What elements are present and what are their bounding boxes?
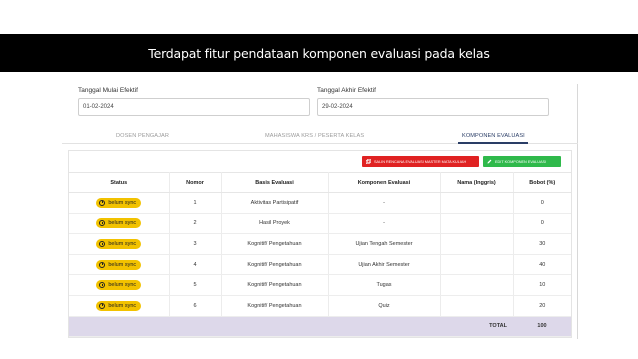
status-cell: belum sync (69, 254, 170, 276)
status-badge: belum sync (96, 280, 142, 291)
status-badge: belum sync (96, 197, 142, 208)
komponen-cell: - (328, 192, 441, 214)
app-screenshot: Tanggal Mulai Efektif 01-02-2024 Tanggal… (62, 84, 578, 339)
komponen-cell: Quiz (328, 295, 441, 317)
bobot-cell: 40 (513, 254, 571, 276)
nomor-cell: 6 (169, 295, 222, 317)
table-row: belum sync 4 Kognitif/ Pengetahuan Ujian… (69, 254, 571, 276)
header-status[interactable]: Status (69, 172, 170, 193)
nama-inggris-cell (440, 295, 514, 317)
tab-mahasiswa-krs[interactable]: MAHASISWA KRS / PESERTA KELAS (265, 133, 364, 139)
table-row: belum sync 3 Kognitif/ Pengetahuan Ujian… (69, 233, 571, 255)
bobot-cell: 20 (513, 295, 571, 317)
komponen-cell: Ujian Tengah Semester (328, 233, 441, 255)
header-nama-inggris[interactable]: Nama (Inggris) (440, 172, 514, 193)
total-label: TOTAL (440, 316, 513, 337)
clock-icon (99, 220, 106, 227)
slide-title-bar: Terdapat fitur pendataan komponen evalua… (0, 34, 638, 72)
header-nomor[interactable]: Nomor (169, 172, 222, 193)
status-badge: belum sync (96, 238, 142, 249)
basis-cell: Kognitif/ Pengetahuan (221, 274, 329, 296)
table-row: belum sync 1 Aktivitas Partisipatif - 0 (69, 192, 571, 214)
bobot-cell: 30 (513, 233, 571, 255)
end-date-label: Tanggal Akhir Efektif (317, 87, 376, 94)
edit-button-label: EDIT KOMPONEN EVALUASI (495, 159, 547, 164)
evaluation-panel: SALIN RENCANA EVALUASI MASTER MATA KULIA… (68, 150, 572, 338)
clock-icon (99, 199, 106, 206)
table-row: belum sync 2 Hasil Proyek - 0 (69, 213, 571, 235)
status-badge: belum sync (96, 218, 142, 229)
komponen-cell: Tugas (328, 274, 441, 296)
header-basis-evaluasi[interactable]: Basis Evaluasi (221, 172, 329, 193)
clock-icon (99, 302, 106, 309)
nama-inggris-cell (440, 254, 514, 276)
copy-button-label: SALIN RENCANA EVALUASI MASTER MATA KULIA… (374, 159, 467, 164)
status-badge: belum sync (96, 300, 142, 311)
start-date-group: Tanggal Mulai Efektif 01-02-2024 (78, 87, 310, 116)
basis-cell: Hasil Proyek (221, 213, 329, 235)
bobot-cell: 0 (513, 213, 571, 235)
table-row: belum sync 6 Kognitif/ Pengetahuan Quiz … (69, 295, 571, 317)
status-cell: belum sync (69, 233, 170, 255)
bobot-cell: 0 (513, 192, 571, 214)
status-text: belum sync (108, 261, 137, 268)
status-text: belum sync (108, 282, 137, 289)
bobot-cell: 10 (513, 274, 571, 296)
copy-icon (365, 158, 371, 165)
nama-inggris-cell (440, 192, 514, 214)
end-date-group: Tanggal Akhir Efektif 29-02-2024 (317, 87, 549, 116)
slide-title: Terdapat fitur pendataan komponen evalua… (148, 45, 490, 61)
basis-cell: Kognitif/ Pengetahuan (221, 233, 329, 255)
pencil-icon (487, 159, 492, 164)
nomor-cell: 1 (169, 192, 222, 214)
status-cell: belum sync (69, 213, 170, 235)
total-row: TOTAL 100 (69, 316, 571, 337)
table-row: belum sync 5 Kognitif/ Pengetahuan Tugas… (69, 274, 571, 296)
clock-icon (99, 282, 106, 289)
basis-cell: Kognitif/ Pengetahuan (221, 295, 329, 317)
evaluation-table: Status Nomor Basis Evaluasi Komponen Eva… (69, 172, 571, 337)
nomor-cell: 4 (169, 254, 222, 276)
komponen-cell: Ujian Akhir Semester (328, 254, 441, 276)
tab-bar: DOSEN PENGAJAR MAHASISWA KRS / PESERTA K… (62, 128, 578, 144)
nomor-cell: 5 (169, 274, 222, 296)
clock-icon (99, 240, 106, 247)
edit-evaluation-component-button[interactable]: EDIT KOMPONEN EVALUASI (483, 156, 561, 167)
slide: Terdapat fitur pendataan komponen evalua… (0, 0, 638, 359)
start-date-label: Tanggal Mulai Efektif (78, 87, 138, 94)
status-text: belum sync (108, 302, 137, 309)
clock-icon (99, 261, 106, 268)
status-cell: belum sync (69, 192, 170, 214)
header-komponen-evaluasi[interactable]: Komponen Evaluasi (328, 172, 441, 193)
tab-komponen-evaluasi[interactable]: KOMPONEN EVALUASI (462, 133, 525, 139)
tab-dosen-pengajar[interactable]: DOSEN PENGAJAR (116, 133, 169, 139)
status-text: belum sync (108, 220, 137, 227)
status-text: belum sync (108, 199, 137, 206)
komponen-cell: - (328, 213, 441, 235)
nama-inggris-cell (440, 213, 514, 235)
status-badge: belum sync (96, 259, 142, 270)
table-header-row: Status Nomor Basis Evaluasi Komponen Eva… (69, 172, 571, 193)
status-cell: belum sync (69, 274, 170, 296)
nomor-cell: 3 (169, 233, 222, 255)
start-date-input[interactable]: 01-02-2024 (78, 98, 310, 116)
active-tab-indicator (458, 142, 528, 144)
nomor-cell: 2 (169, 213, 222, 235)
nama-inggris-cell (440, 274, 514, 296)
copy-master-evaluation-button[interactable]: SALIN RENCANA EVALUASI MASTER MATA KULIA… (362, 156, 479, 167)
total-value: 100 (513, 316, 571, 337)
nama-inggris-cell (440, 233, 514, 255)
header-bobot[interactable]: Bobot (%) (513, 172, 571, 193)
basis-cell: Kognitif/ Pengetahuan (221, 254, 329, 276)
basis-cell: Aktivitas Partisipatif (221, 192, 329, 214)
end-date-input[interactable]: 29-02-2024 (317, 98, 549, 116)
status-text: belum sync (108, 240, 137, 247)
status-cell: belum sync (69, 295, 170, 317)
